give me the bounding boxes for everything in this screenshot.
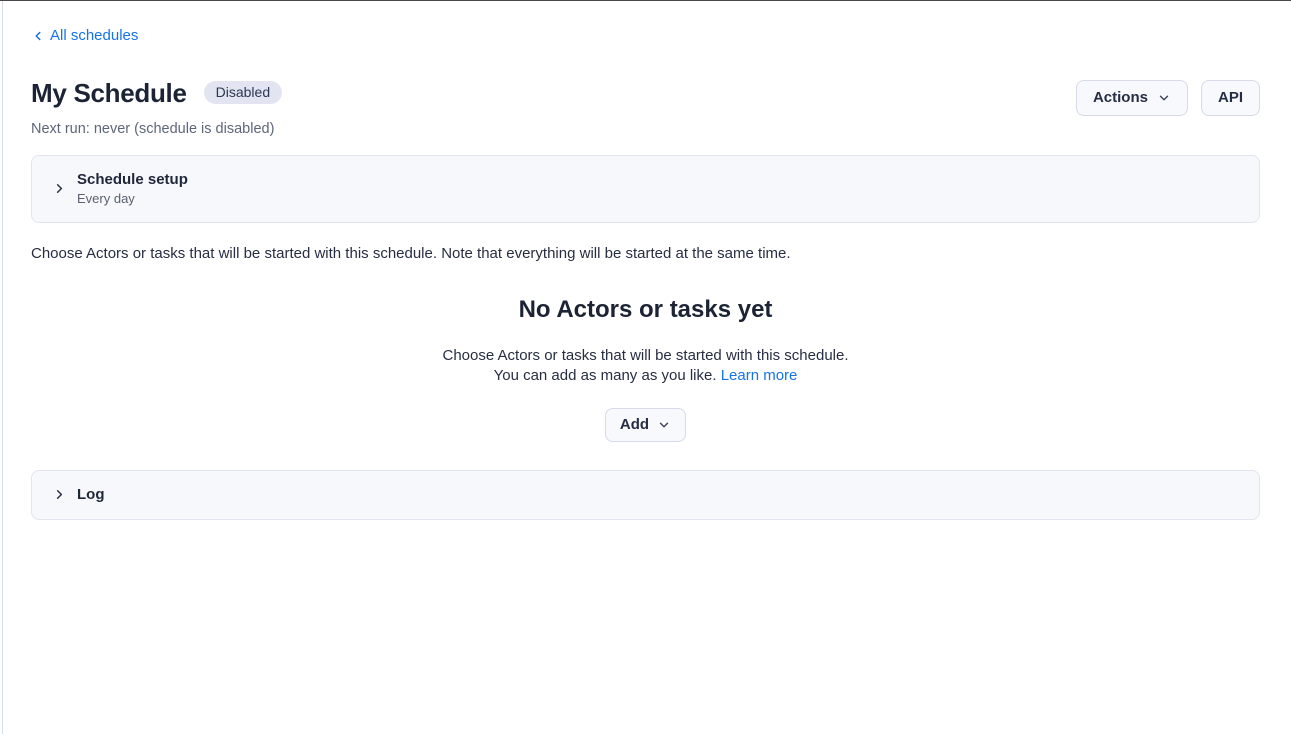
schedule-detail-page: All schedules My Schedule Disabled Next …: [0, 1, 1291, 520]
back-to-all-schedules-link[interactable]: All schedules: [31, 27, 138, 44]
schedule-setup-title: Schedule setup: [77, 171, 188, 189]
title-block: My Schedule Disabled Next run: never (sc…: [31, 78, 282, 137]
page-header: My Schedule Disabled Next run: never (sc…: [31, 78, 1260, 137]
add-button-label: Add: [620, 416, 649, 433]
chevron-left-icon: [31, 29, 45, 43]
window-left-edge: [2, 1, 3, 734]
api-button-label: API: [1218, 89, 1243, 106]
next-run-text: Next run: never (schedule is disabled): [31, 121, 282, 137]
learn-more-link[interactable]: Learn more: [721, 367, 798, 384]
chevron-right-icon: [52, 181, 67, 196]
chevron-down-icon: [657, 418, 671, 432]
title-line: My Schedule Disabled: [31, 78, 282, 108]
intro-text: Choose Actors or tasks that will be star…: [31, 245, 1260, 263]
chevron-right-icon: [52, 487, 67, 502]
back-link-label: All schedules: [50, 27, 138, 44]
add-button[interactable]: Add: [605, 408, 686, 442]
empty-state-description: Choose Actors or tasks that will be star…: [31, 346, 1260, 386]
api-button[interactable]: API: [1201, 80, 1260, 116]
empty-state-description-line1: Choose Actors or tasks that will be star…: [442, 347, 848, 364]
header-buttons: Actions API: [1076, 80, 1260, 116]
schedule-setup-subtitle: Every day: [77, 191, 188, 207]
actions-button-label: Actions: [1093, 89, 1148, 106]
empty-state-title: No Actors or tasks yet: [31, 296, 1260, 324]
chevron-down-icon: [1157, 91, 1171, 105]
schedule-setup-text: Schedule setup Every day: [77, 171, 188, 207]
log-panel-title: Log: [77, 486, 105, 504]
actions-button[interactable]: Actions: [1076, 80, 1188, 116]
page-title: My Schedule: [31, 78, 187, 108]
add-button-wrap: Add: [31, 408, 1260, 442]
empty-state-description-line2: You can add as many as you like.: [494, 367, 717, 384]
status-badge: Disabled: [204, 81, 282, 104]
empty-state: No Actors or tasks yet Choose Actors or …: [31, 296, 1260, 442]
log-panel[interactable]: Log: [31, 470, 1260, 520]
schedule-setup-panel[interactable]: Schedule setup Every day: [31, 155, 1260, 223]
